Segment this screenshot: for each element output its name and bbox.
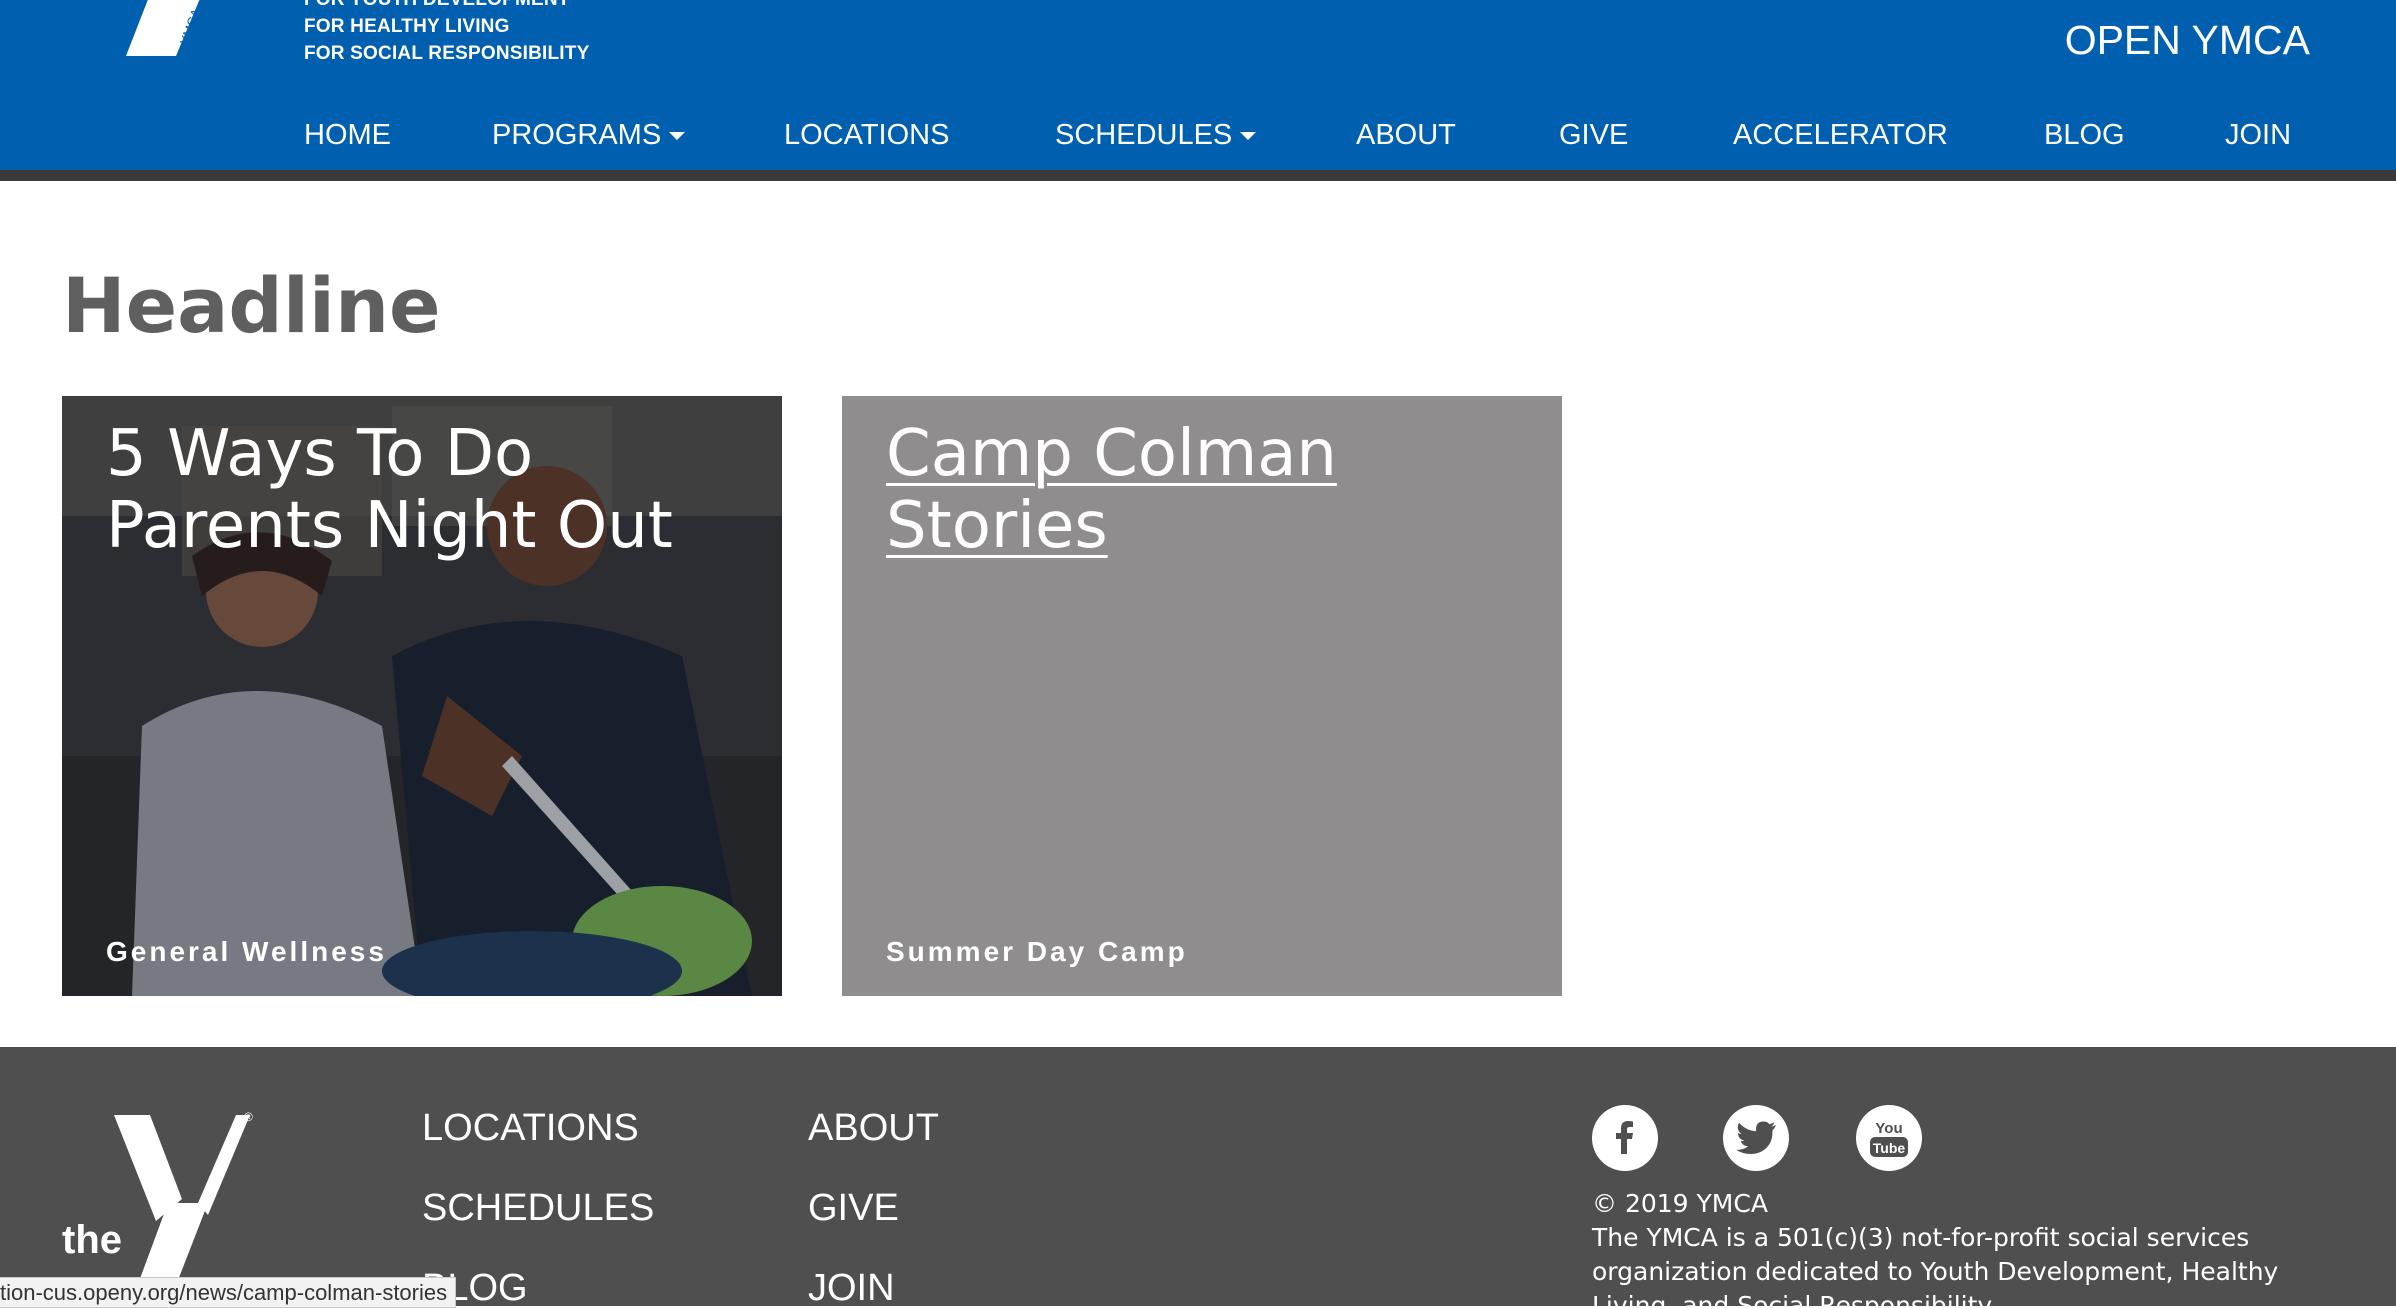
nav-accelerator-label: ACCELERATOR	[1733, 118, 1948, 151]
twitter-icon[interactable]	[1723, 1105, 1789, 1171]
card-title-link[interactable]: Camp Colman Stories	[886, 418, 1337, 562]
chevron-down-icon	[669, 132, 686, 140]
ymca-logo[interactable]: the YMCA	[56, 0, 236, 60]
nav-accelerator[interactable]: ACCELERATOR	[1733, 119, 1948, 152]
twitter-glyph	[1736, 1121, 1776, 1154]
nav-give-label: GIVE	[1559, 118, 1629, 151]
site-footer: the YMCA ® LOCATIONS SCHEDULES BLOG ABOU…	[0, 1047, 2396, 1306]
footer-link-locations[interactable]: LOCATIONS	[422, 1105, 639, 1151]
card-title-line-1: Camp Colman	[886, 417, 1337, 491]
chevron-down-icon	[1240, 132, 1257, 140]
site-name-link[interactable]: OPEN YMCA	[2065, 16, 2310, 64]
footer-link-join[interactable]: JOIN	[808, 1265, 895, 1306]
footer-link-give[interactable]: GIVE	[808, 1185, 899, 1231]
ymca-footer-logo[interactable]: the YMCA ®	[58, 1103, 268, 1306]
nav-join-label: JOIN	[2225, 118, 2292, 151]
tagline-line-1: FOR YOUTH DEVELOPMENT	[304, 0, 589, 13]
card-category[interactable]: Summer Day Camp	[886, 936, 1188, 968]
nav-about[interactable]: ABOUT	[1356, 119, 1456, 152]
footer-link-about[interactable]: ABOUT	[808, 1105, 939, 1151]
card-title[interactable]: 5 Ways To Do Parents Night Out	[106, 418, 673, 562]
card-category[interactable]: General Wellness	[106, 936, 387, 968]
tagline: FOR YOUTH DEVELOPMENT FOR HEALTHY LIVING…	[304, 0, 589, 67]
nav-schedules-label: SCHEDULES	[1055, 118, 1233, 151]
copyright-text: © 2019 YMCA	[1592, 1189, 1768, 1218]
nav-home[interactable]: HOME	[304, 119, 408, 152]
card-title-line-2: Stories	[886, 489, 1108, 563]
main-nav: HOME PROGRAMS LOCATIONS SCHEDULES ABOUT …	[304, 110, 2291, 160]
youtube-glyph: You Tube	[1870, 1120, 1908, 1157]
footer-copyright-block: © 2019 YMCA The YMCA is a 501(c)(3) not-…	[1592, 1187, 2362, 1306]
card-title-line-1: 5 Ways To Do	[106, 417, 534, 491]
news-card-camp-colman[interactable]: Camp Colman Stories Summer Day Camp	[842, 396, 1562, 996]
nav-schedules[interactable]: SCHEDULES	[1055, 118, 1257, 152]
nav-programs-label: PROGRAMS	[492, 118, 662, 151]
nav-home-label: HOME	[304, 118, 391, 151]
page-headline: Headline	[62, 261, 441, 350]
nav-programs[interactable]: PROGRAMS	[492, 118, 686, 152]
nav-blog-label: BLOG	[2044, 118, 2125, 151]
browser-status-url: tion-cus.openy.org/news/camp-colman-stor…	[0, 1277, 457, 1308]
news-card-parents-night-out[interactable]: 5 Ways To Do Parents Night Out General W…	[62, 396, 782, 996]
svg-text:the: the	[62, 1218, 122, 1262]
header-divider	[0, 170, 2396, 181]
nav-give[interactable]: GIVE	[1559, 119, 1628, 152]
nav-join[interactable]: JOIN	[2225, 119, 2291, 152]
nav-blog[interactable]: BLOG	[2044, 119, 2125, 152]
facebook-icon[interactable]	[1592, 1105, 1658, 1171]
svg-text:®: ®	[244, 1110, 253, 1124]
footer-link-schedules[interactable]: SCHEDULES	[422, 1185, 654, 1231]
site-header: the YMCA FOR YOUTH DEVELOPMENT FOR HEALT…	[0, 0, 2396, 170]
organization-description: The YMCA is a 501(c)(3) not-for-profit s…	[1592, 1223, 2279, 1306]
youtube-icon[interactable]: You Tube	[1856, 1105, 1922, 1171]
nav-locations-label: LOCATIONS	[784, 118, 950, 151]
tagline-line-2: FOR HEALTHY LIVING	[304, 16, 510, 37]
nav-about-label: ABOUT	[1356, 118, 1456, 151]
facebook-glyph	[1616, 1121, 1633, 1154]
nav-locations[interactable]: LOCATIONS	[784, 119, 949, 152]
tagline-line-3: FOR SOCIAL RESPONSIBILITY	[304, 43, 590, 64]
svg-text:You: You	[1875, 1120, 1902, 1137]
card-title-line-2: Parents Night Out	[106, 489, 673, 563]
svg-text:Tube: Tube	[1873, 1140, 1906, 1156]
